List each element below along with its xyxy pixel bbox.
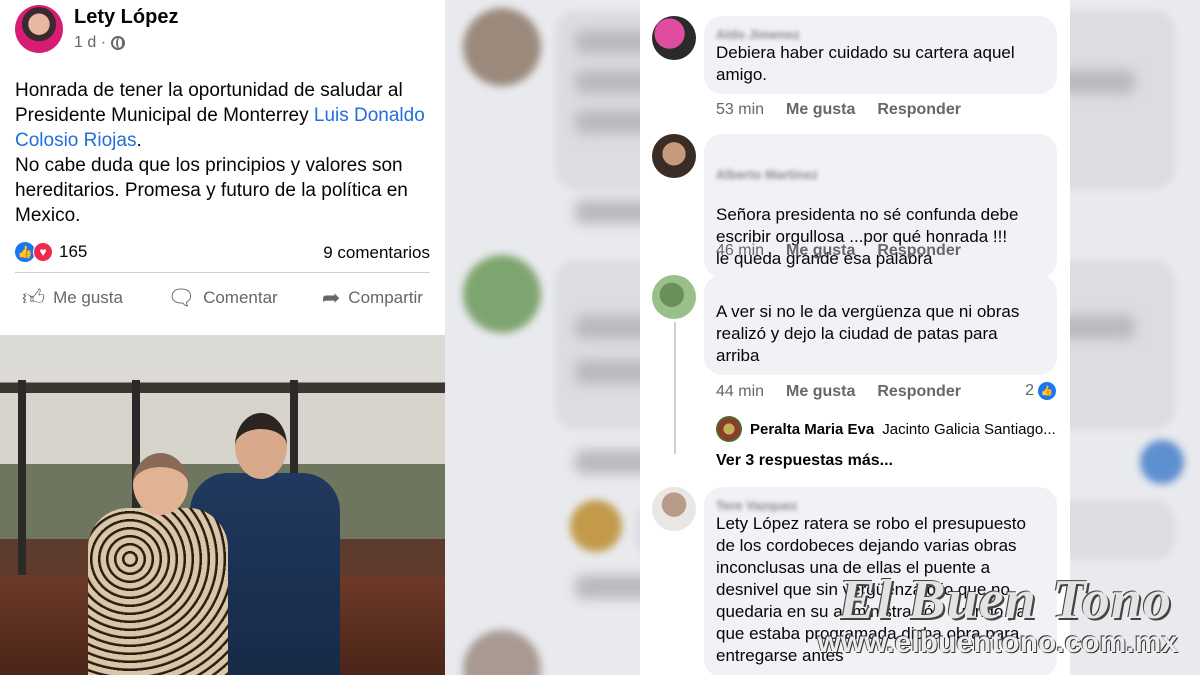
comment-reaction-count[interactable]: 2 👍 xyxy=(1025,382,1056,400)
thread-line xyxy=(674,322,676,454)
divider xyxy=(15,272,430,273)
post-author[interactable]: Lety López xyxy=(74,6,178,29)
share-arrow-icon: ➦ xyxy=(321,284,341,310)
comment-reply-button[interactable]: Responder xyxy=(877,242,961,260)
comment-actions: 53 min Me gusta Responder xyxy=(716,101,961,119)
comment-reply-button[interactable]: Responder xyxy=(877,383,961,401)
love-reaction-icon: ♥ xyxy=(33,242,53,262)
comment-count[interactable]: 9 comentarios xyxy=(323,243,430,263)
comment-actions: 46 min Me gusta Responder xyxy=(716,242,961,260)
post-text-line2: No cabe duda que los principios y valore… xyxy=(15,155,408,226)
like-reaction-icon: 👍 xyxy=(15,242,35,262)
speech-bubble-icon: 🗨︎ xyxy=(167,284,196,310)
thumbs-up-icon: 👍︎ xyxy=(22,285,46,310)
reply-text: Jacinto Galicia Santiago... xyxy=(882,420,1056,438)
commenter-avatar[interactable] xyxy=(652,134,696,178)
author-avatar[interactable] xyxy=(15,5,63,53)
globe-icon xyxy=(111,36,126,50)
reaction-count: 165 xyxy=(59,242,88,261)
comment-like-button[interactable]: Me gusta xyxy=(786,383,855,401)
commenter-avatar[interactable] xyxy=(652,16,696,60)
comment-bubble: A ver si no le da vergüenza que ni obras… xyxy=(704,275,1057,375)
reply-avatar xyxy=(716,416,742,442)
comment-bubble: Aldo Jimenez Debiera haber cuidado su ca… xyxy=(704,16,1057,94)
reply-author: Peralta Maria Eva xyxy=(750,420,875,438)
post-photo[interactable] xyxy=(0,335,445,675)
commenter-avatar[interactable] xyxy=(652,275,696,319)
watermark-logo: El Buen Tono xyxy=(838,569,1172,631)
reply-preview[interactable]: Peralta Maria Eva Jacinto Galicia Santia… xyxy=(716,416,1056,442)
post-time[interactable]: 1 d · xyxy=(74,34,106,52)
share-button[interactable]: ➦ Compartir xyxy=(322,284,423,311)
like-button[interactable]: 👍︎ Me gusta xyxy=(22,284,123,311)
commenter-avatar[interactable] xyxy=(652,487,696,531)
post-text: Honrada de tener la oportunidad de salud… xyxy=(15,80,425,226)
comment-like-button[interactable]: Me gusta xyxy=(786,242,855,260)
post-meta: 1 d · xyxy=(74,34,126,52)
comment-like-button[interactable]: Me gusta xyxy=(786,101,855,119)
woman-figure xyxy=(88,453,228,675)
commenter-name[interactable]: Aldo Jimenez xyxy=(716,24,1045,42)
commenter-name[interactable]: Tere Vazquez xyxy=(716,495,1045,513)
comment-button[interactable]: 🗨︎ Comentar xyxy=(167,284,278,311)
commenter-name[interactable]: Alberto Martinez xyxy=(716,164,1045,182)
facebook-post: Lety López 1 d · Honrada de tener la opo… xyxy=(0,0,445,675)
comment-actions: 44 min Me gusta Responder xyxy=(716,383,961,401)
post-actions: 👍︎ Me gusta 🗨︎ Comentar ➦ Compartir xyxy=(0,284,445,311)
like-reaction-icon: 👍 xyxy=(1038,382,1056,400)
commenter-name[interactable] xyxy=(716,283,1045,299)
watermark-url: www.elbuentono.com.mx xyxy=(817,626,1178,659)
view-more-replies-link[interactable]: Ver 3 respuestas más... xyxy=(716,452,893,470)
comment-reply-button[interactable]: Responder xyxy=(877,101,961,119)
reaction-summary[interactable]: 👍 ♥ 165 xyxy=(15,242,87,262)
